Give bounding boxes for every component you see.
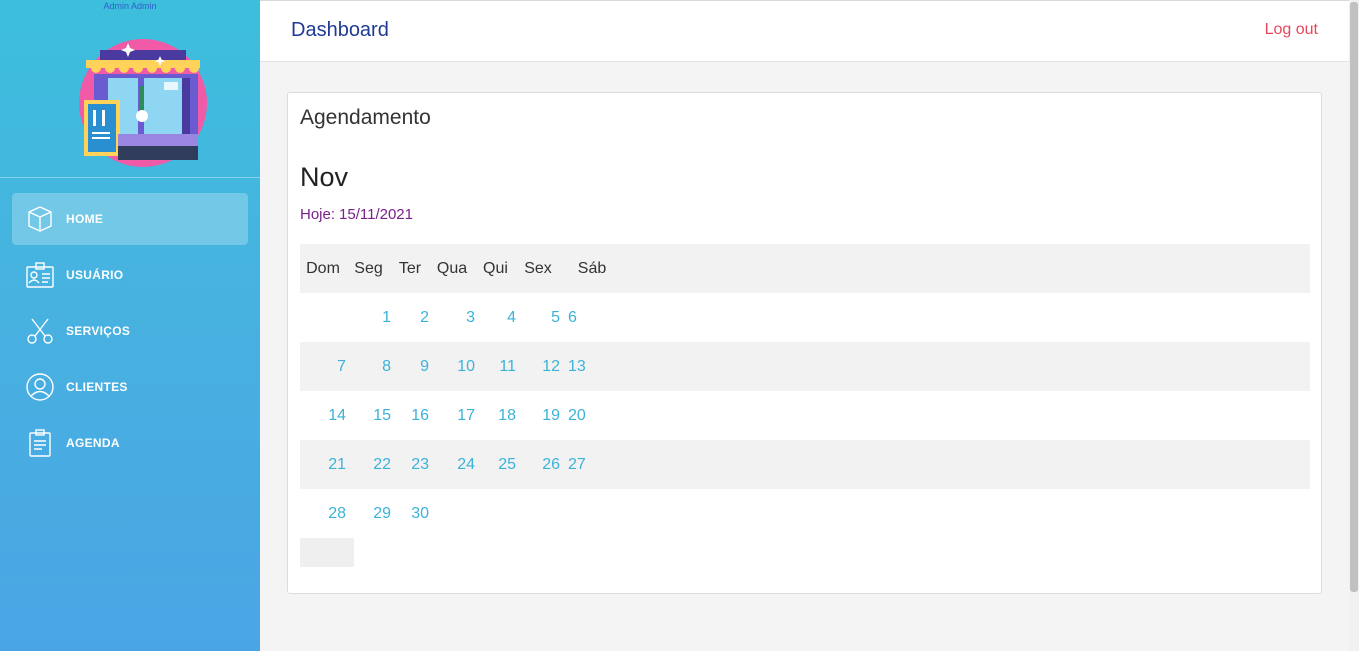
- calendar-day[interactable]: 14: [300, 391, 346, 440]
- calendar-day[interactable]: 11: [475, 342, 516, 391]
- calendar-day[interactable]: 29: [346, 489, 391, 538]
- calendar-day[interactable]: 23: [391, 440, 429, 489]
- sidebar-item-label: AGENDA: [66, 436, 120, 450]
- calendar-day[interactable]: [516, 489, 560, 538]
- sidebar-item-agenda[interactable]: AGENDA: [12, 417, 248, 469]
- sidebar-nav: HOME USUÁRIO SERVIÇOS CLIENTES AGENDA: [12, 193, 248, 473]
- calendar-day[interactable]: 22: [346, 440, 391, 489]
- calendar-weekday-header: Dom Seg Ter Qua Qui Sex Sáb: [300, 244, 1310, 293]
- calendar-day[interactable]: 7: [300, 342, 346, 391]
- calendar-day[interactable]: [568, 489, 616, 538]
- today-label: Hoje:: [300, 206, 336, 223]
- page-title: Dashboard: [291, 19, 389, 41]
- card-title: Agendamento: [300, 106, 431, 129]
- calendar-day[interactable]: 30: [391, 489, 429, 538]
- sidebar: Admin Admin HOME USUÁRIO SERVIÇOS CLIENT…: [0, 0, 260, 651]
- calendar-week-row: 1 2 3 4 5 6: [300, 293, 1310, 342]
- calendar-day[interactable]: 26: [516, 440, 560, 489]
- store-avatar-icon: [79, 39, 207, 167]
- sidebar-item-home[interactable]: HOME: [12, 193, 248, 245]
- sidebar-divider: [0, 177, 260, 178]
- sidebar-item-clientes[interactable]: CLIENTES: [12, 361, 248, 413]
- calendar-week-row: 21 22 23 24 25 26 27: [300, 440, 1310, 489]
- id-card-icon: [26, 261, 54, 289]
- calendar-day[interactable]: 10: [429, 342, 475, 391]
- calendar-day[interactable]: 28: [300, 489, 346, 538]
- weekday-label: Sex: [524, 260, 552, 277]
- sidebar-item-label: CLIENTES: [66, 380, 128, 394]
- sidebar-item-label: USUÁRIO: [66, 268, 124, 282]
- sidebar-item-label: SERVIÇOS: [66, 324, 131, 338]
- calendar-day[interactable]: 12: [516, 342, 560, 391]
- calendar-day[interactable]: [300, 293, 346, 342]
- calendar-day[interactable]: 3: [429, 293, 475, 342]
- cube-icon: [26, 205, 54, 233]
- calendar-month: Nov: [300, 162, 349, 192]
- calendar-week-row: 14 15 16 17 18 19 20: [300, 391, 1310, 440]
- calendar-day[interactable]: 25: [475, 440, 516, 489]
- calendar-week-row: 28 29 30: [300, 489, 1310, 538]
- calendar-day[interactable]: 24: [429, 440, 475, 489]
- calendar-day[interactable]: 1: [346, 293, 391, 342]
- sidebar-user-name: Admin Admin: [103, 1, 157, 11]
- calendar-day[interactable]: 6: [568, 293, 616, 342]
- scissors-icon: [26, 317, 54, 345]
- calendar-week-row: 7 8 9 10 11 12 13: [300, 342, 1310, 391]
- today-indicator: Hoje: 15/11/2021: [300, 206, 413, 223]
- calendar-day[interactable]: 8: [346, 342, 391, 391]
- clipboard-icon: [26, 429, 54, 457]
- calendar-day[interactable]: 13: [568, 342, 616, 391]
- calendar-day[interactable]: 21: [300, 440, 346, 489]
- calendar-day[interactable]: 17: [429, 391, 475, 440]
- logout-link[interactable]: Log out: [1265, 21, 1318, 39]
- calendar-day[interactable]: 16: [391, 391, 429, 440]
- calendar-day[interactable]: 27: [568, 440, 616, 489]
- calendar-day[interactable]: 9: [391, 342, 429, 391]
- weekday-label: Sáb: [577, 260, 607, 277]
- calendar-grid: Dom Seg Ter Qua Qui Sex Sáb 1 2 3 4 5 6 …: [300, 244, 1310, 538]
- calendar-day[interactable]: 2: [391, 293, 429, 342]
- weekday-label: Dom: [306, 260, 340, 277]
- today-date: 15/11/2021: [339, 206, 413, 223]
- weekday-label: Ter: [398, 260, 422, 277]
- calendar-day[interactable]: 20: [568, 391, 616, 440]
- weekday-label: Seg: [354, 260, 383, 277]
- user-circle-icon: [26, 373, 54, 401]
- schedule-card: Agendamento Nov Hoje: 15/11/2021 Dom Seg …: [287, 92, 1322, 594]
- calendar-day[interactable]: 15: [346, 391, 391, 440]
- calendar-day[interactable]: 5: [516, 293, 560, 342]
- calendar-day[interactable]: 19: [516, 391, 560, 440]
- calendar-day[interactable]: [429, 489, 475, 538]
- sidebar-item-usuario[interactable]: USUÁRIO: [12, 249, 248, 301]
- weekday-label: Qua: [436, 260, 468, 277]
- calendar-empty-row: [300, 538, 354, 567]
- sidebar-item-label: HOME: [66, 212, 104, 226]
- page-scrollbar[interactable]: [1349, 0, 1359, 651]
- calendar-day[interactable]: [475, 489, 516, 538]
- sidebar-item-servicos[interactable]: SERVIÇOS: [12, 305, 248, 357]
- top-bar: Dashboard Log out: [260, 0, 1349, 62]
- weekday-label: Qui: [483, 260, 508, 277]
- scrollbar-thumb[interactable]: [1350, 2, 1358, 592]
- calendar-day[interactable]: 18: [475, 391, 516, 440]
- calendar-day[interactable]: 4: [475, 293, 516, 342]
